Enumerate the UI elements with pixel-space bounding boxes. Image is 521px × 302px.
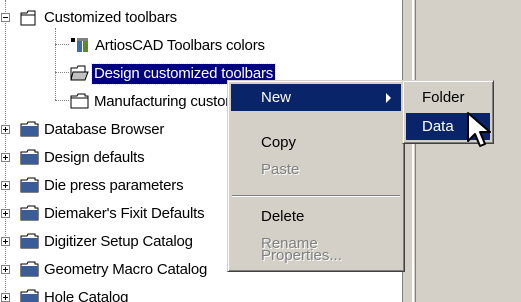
menu-item-delete[interactable]: Delete [231, 203, 401, 230]
expand-icon[interactable] [1, 125, 10, 134]
menu-item-label: Paste [261, 161, 300, 178]
catalog-folder-icon [20, 233, 39, 249]
tree-item-customized-toolbars[interactable]: Customized toolbars [0, 4, 390, 32]
right-pane [390, 0, 521, 302]
tree-item-artioscad-toolbars-colors[interactable]: ArtiosCAD Toolbars colors [0, 32, 390, 60]
tree-item-hole-catalog[interactable]: Hole Catalog [0, 284, 390, 302]
menu-item-new[interactable]: New [231, 84, 401, 111]
divider [415, 0, 416, 302]
tree-item-label: Die press parameters [44, 177, 184, 194]
tree-item-label: Customized toolbars [44, 9, 177, 26]
menu-item-copy[interactable]: Copy [231, 129, 401, 156]
tree-item-label: Design defaults [44, 149, 145, 166]
expand-icon[interactable] [1, 265, 10, 274]
catalog-folder-icon [20, 205, 39, 221]
catalog-folder-icon [20, 177, 39, 193]
expand-icon[interactable] [1, 153, 10, 162]
folder-icon [70, 93, 89, 109]
toolbar-colors-icon [71, 38, 88, 52]
menu-item-label: Properties... [261, 247, 342, 264]
expand-icon[interactable] [1, 209, 10, 218]
menu-item-properties[interactable]: Properties... [231, 243, 401, 269]
tree-item-label: ArtiosCAD Toolbars colors [95, 37, 265, 54]
submenu-arrow-icon [386, 93, 391, 103]
tree-item-label: Hole Catalog [44, 289, 129, 302]
tree-item-label: Database Browser [44, 121, 165, 138]
divider [412, 0, 414, 302]
expand-icon[interactable] [1, 237, 10, 246]
folder-open-icon [70, 65, 89, 81]
collapse-icon[interactable] [1, 13, 10, 22]
menu-item-label: Delete [261, 208, 305, 225]
menu-separator [232, 195, 400, 197]
menu-item-folder[interactable]: Folder [406, 84, 490, 111]
mouse-pointer-icon [467, 112, 491, 147]
catalog-folder-icon [20, 289, 39, 302]
menu-item-label: Folder [422, 89, 465, 106]
tree-item-label: Diemaker's Fixit Defaults [44, 205, 205, 222]
folder-open-icon [20, 10, 36, 26]
catalog-folder-icon [20, 149, 39, 165]
expand-icon[interactable] [1, 293, 10, 302]
menu-item-paste[interactable]: Paste [231, 156, 401, 183]
tree-item-label: Digitizer Setup Catalog [44, 233, 193, 250]
expand-icon[interactable] [1, 181, 10, 190]
menu-item-label: Data [422, 118, 454, 135]
tree-item-label: Geometry Macro Catalog [44, 261, 208, 278]
menu-item-label: New [261, 89, 292, 106]
catalog-folder-icon [20, 261, 39, 277]
menu-item-label: Copy [261, 134, 297, 151]
catalog-folder-icon [20, 121, 39, 137]
context-menu: New Copy Paste Delete Rename Properties.… [227, 80, 405, 272]
